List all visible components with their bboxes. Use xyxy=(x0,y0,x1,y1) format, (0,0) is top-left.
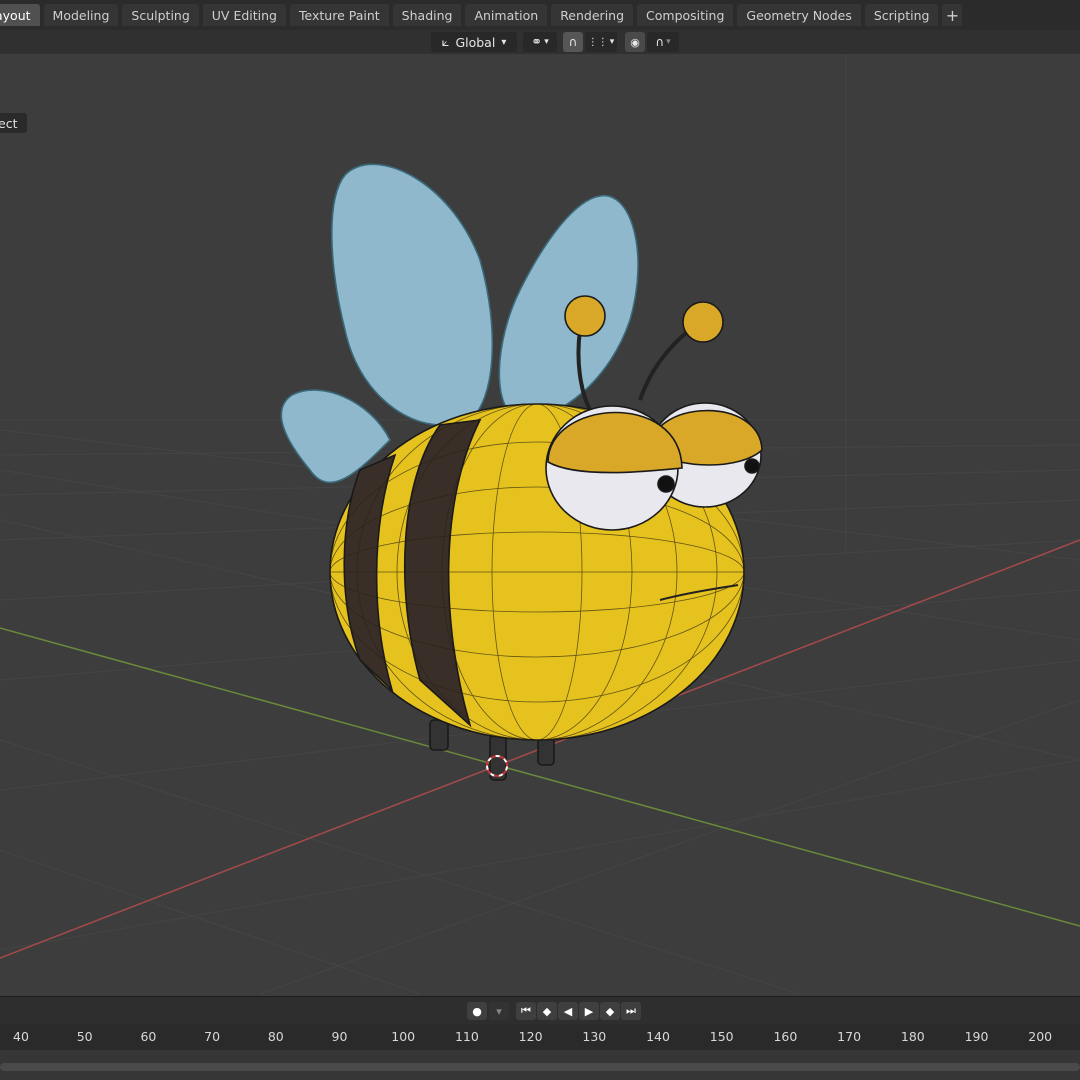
pivot-link-icon: ⚭ xyxy=(531,34,543,50)
timeline-ruler[interactable]: 40 50 60 70 80 90 100 110 120 130 140 150 160 170 180 1… xyxy=(0,1024,1080,1050)
play-reverse-icon: ◀ xyxy=(563,1004,573,1018)
proportional-edit-toggle[interactable]: ◉ xyxy=(625,32,645,52)
timeline-tick-label: 50 xyxy=(76,1029,93,1044)
pivot-point-dropdown[interactable]: ⚭ ▾ xyxy=(523,32,557,52)
timeline-tick-label: 90 xyxy=(331,1029,348,1044)
timeline-tick-label: 150 xyxy=(709,1029,734,1044)
viewport-header: ⟀ Global ▾ ⚭ ▾ ∩ ⋮⋮ ▾ ◉ ∩ ▾ xyxy=(0,30,1080,54)
keyframe-record-button[interactable]: ● xyxy=(467,1002,487,1020)
pupil-right xyxy=(744,458,760,474)
pupil-left xyxy=(657,475,675,493)
jump-to-end-button[interactable]: ⏭ xyxy=(621,1002,641,1020)
timeline-tick-label: 100 xyxy=(391,1029,416,1044)
chevron-down-icon: ▾ xyxy=(609,37,615,47)
timeline-tick-label: 80 xyxy=(267,1029,284,1044)
timeline-tick-label: 110 xyxy=(454,1029,479,1044)
chevron-down-icon: ▾ xyxy=(496,1004,502,1018)
tab-uv-editing[interactable]: UV Editing xyxy=(202,4,286,26)
timeline-header: ● ▾ ⏮ ◆ ◀ ▶ ◆ ⏭ xyxy=(0,996,1080,1025)
workspace-tab-bar: ayoutModelingSculptingUV EditingTexture … xyxy=(0,0,1080,30)
tab-modeling[interactable]: Modeling xyxy=(43,4,119,26)
orientation-gizmo-icon: ⟀ xyxy=(441,34,450,50)
keying-dropdown[interactable]: ▾ xyxy=(489,1002,509,1020)
timeline-tick-label: 120 xyxy=(518,1029,543,1044)
3d-viewport[interactable]: ect xyxy=(0,54,1080,994)
tab-layout[interactable]: ayout xyxy=(0,4,40,26)
tab-animation[interactable]: Animation xyxy=(465,4,548,26)
timeline-tick-label: 200 xyxy=(1028,1029,1053,1044)
next-keyframe-button[interactable]: ◆ xyxy=(600,1002,620,1020)
chevron-down-icon: ▾ xyxy=(544,37,549,47)
interaction-mode-label[interactable]: ect xyxy=(0,113,28,133)
tab-geometry-nodes[interactable]: Geometry Nodes xyxy=(737,4,861,26)
timeline-scrollbar[interactable] xyxy=(0,1063,1080,1071)
timeline-tick-label: 60 xyxy=(140,1029,157,1044)
falloff-dropdown[interactable]: ∩ ▾ xyxy=(647,32,679,52)
transform-orientation-dropdown[interactable]: ⟀ Global ▾ xyxy=(431,32,517,52)
tab-shading[interactable]: Shading xyxy=(392,4,462,26)
magnet-icon: ∩ xyxy=(568,35,578,49)
play-button[interactable]: ▶ xyxy=(579,1002,599,1020)
jump-to-start-button[interactable]: ⏮ xyxy=(516,1002,536,1020)
timeline-tick-label: 40 xyxy=(13,1029,29,1044)
proportional-edit-icon: ◉ xyxy=(630,35,640,49)
falloff-curve-icon: ∩ xyxy=(655,35,665,49)
bee-model xyxy=(280,163,763,781)
prev-keyframe-button[interactable]: ◆ xyxy=(537,1002,557,1020)
snap-target-dropdown[interactable]: ⋮⋮ ▾ xyxy=(585,32,617,52)
record-dot-icon: ● xyxy=(472,1004,482,1018)
snap-toggle[interactable]: ∩ xyxy=(563,32,583,52)
timeline-tick-label: 70 xyxy=(204,1029,221,1044)
jump-start-icon: ⏮ xyxy=(521,1004,531,1017)
chevron-down-icon: ▾ xyxy=(666,37,671,47)
next-keyframe-icon: ◆ xyxy=(605,1004,615,1018)
play-icon: ▶ xyxy=(584,1004,594,1018)
leg-1 xyxy=(429,719,449,751)
tab-texture-paint[interactable]: Texture Paint xyxy=(290,4,389,26)
tab-compositing[interactable]: Compositing xyxy=(637,4,734,26)
viewport-scene xyxy=(0,54,1080,994)
play-reverse-button[interactable]: ◀ xyxy=(558,1002,578,1020)
antenna-right xyxy=(638,328,692,401)
timeline-tick-label: 160 xyxy=(773,1029,798,1044)
orientation-label: Global xyxy=(455,34,496,50)
tab-rendering[interactable]: Rendering xyxy=(551,4,634,26)
timeline-tick-label: 180 xyxy=(900,1029,925,1044)
wing-large-left xyxy=(331,163,494,426)
timeline-tick-label: 140 xyxy=(646,1029,670,1044)
prev-keyframe-icon: ◆ xyxy=(542,1004,552,1018)
timeline-tick-label: 170 xyxy=(837,1029,862,1044)
chevron-down-icon: ▾ xyxy=(501,36,507,48)
add-workspace-button[interactable]: + xyxy=(942,4,963,26)
tab-scripting[interactable]: Scripting xyxy=(864,4,939,26)
snap-grid-icon: ⋮⋮ xyxy=(587,36,608,48)
tab-sculpting[interactable]: Sculpting xyxy=(122,4,199,26)
antenna-right-tip xyxy=(682,301,724,343)
timeline-tick-label: 130 xyxy=(582,1029,607,1044)
jump-end-icon: ⏭ xyxy=(626,1004,636,1017)
timeline-tick-label: 190 xyxy=(964,1029,989,1044)
antenna-left-tip xyxy=(564,295,606,337)
